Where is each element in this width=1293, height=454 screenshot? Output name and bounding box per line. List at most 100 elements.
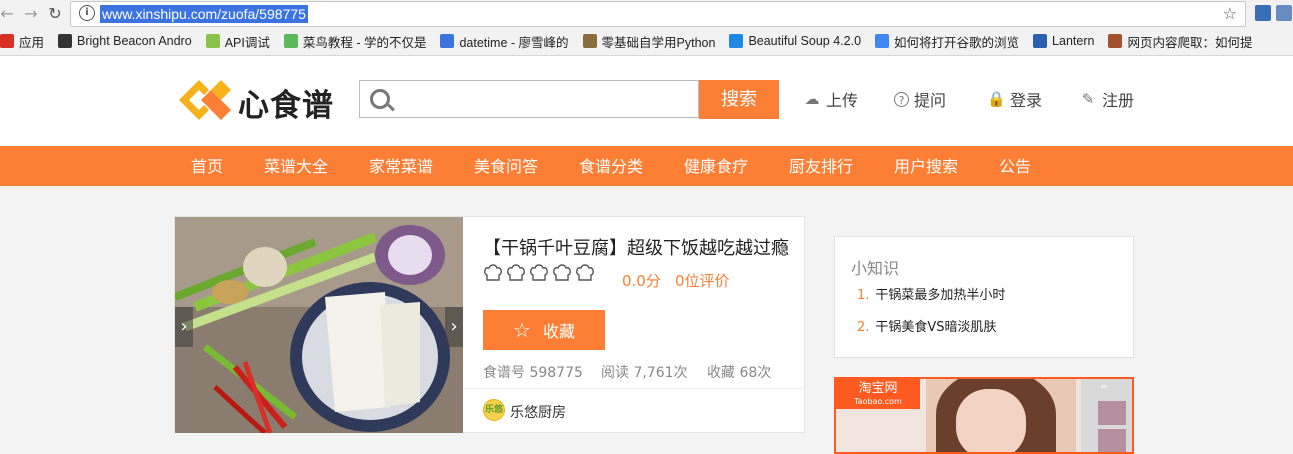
chef-hat-icon[interactable] (483, 264, 503, 284)
web-icon (1108, 34, 1123, 48)
ad-image-face (956, 389, 1026, 452)
bookmark-item[interactable]: Beautiful Soup 4.2.0 (729, 34, 861, 48)
recipe-id: 食谱号 598775 (483, 365, 583, 381)
google-icon (875, 34, 890, 48)
extension-icon[interactable] (1255, 5, 1271, 21)
cloud-upload-icon: ☁ (804, 90, 820, 108)
upload-label: 上传 (826, 91, 859, 110)
extension-icon-2[interactable] (1276, 5, 1292, 21)
nav-item-notice[interactable]: 公告 (999, 146, 1031, 186)
bookmark-label: Bright Beacon Andro (77, 34, 192, 48)
bookmark-label: API调试 (224, 35, 270, 50)
favorite-button[interactable]: ☆ 收藏 (483, 310, 605, 350)
bookmark-item[interactable]: 如何将打开谷歌的浏览 (875, 32, 1019, 51)
nav-item-user-search[interactable]: 用户搜索 (894, 146, 958, 186)
lock-icon: 🔒 (987, 90, 1006, 108)
back-icon[interactable]: ← (0, 4, 14, 23)
browser-chrome: ← → ↻ i www.xinshipu.com/zuofa/598775 ☆ … (0, 0, 1293, 56)
tip-item[interactable]: 1. 干锅菜最多加热半小时 (857, 284, 1005, 303)
question-icon: ? (894, 91, 909, 107)
chef-hat-icon[interactable] (575, 264, 595, 284)
url-text[interactable]: www.xinshipu.com/zuofa/598775 (100, 5, 308, 23)
forward-icon[interactable]: → (24, 4, 38, 23)
search-box[interactable] (359, 80, 699, 118)
logo-text[interactable]: 心食谱 (238, 80, 334, 125)
nav-item-categories[interactable]: 食谱分类 (579, 146, 643, 186)
c-icon (729, 34, 744, 48)
logo-icon[interactable] (175, 74, 235, 126)
reload-icon[interactable]: ↻ (48, 4, 62, 23)
lantern-icon (1033, 34, 1048, 48)
browser-nav: ← → ↻ (0, 3, 62, 23)
recipe-image (175, 217, 463, 433)
nav-item-qa[interactable]: 美食问答 (474, 146, 538, 186)
nav-item-ranking[interactable]: 厨友排行 (789, 146, 853, 186)
rating-score: 0.0分 (622, 272, 661, 290)
rating-stars[interactable] (483, 264, 595, 284)
nav-item-recipes[interactable]: 菜谱大全 (264, 146, 328, 186)
rocket-icon (440, 34, 455, 48)
recipe-title: 【干锅千叶豆腐】超级下饭越吃越过瘾 (483, 238, 789, 259)
bookmark-item[interactable]: 菜鸟教程 - 学的不仅是 (283, 32, 427, 51)
chef-hat-icon[interactable] (506, 264, 526, 284)
search-input[interactable] (400, 85, 694, 115)
bookmark-label: 网页内容爬取：如何提 (1127, 35, 1253, 50)
api-icon (205, 34, 220, 48)
bookmark-item[interactable]: Lantern (1033, 34, 1094, 48)
bookmark-item[interactable]: datetime - 廖雪峰的 (440, 32, 569, 51)
ad-logo-text: 淘宝网 (858, 381, 898, 396)
bookmark-item[interactable]: 零基础自学用Python (582, 32, 716, 51)
upload-link[interactable]: ☁ 上传 (803, 87, 859, 111)
login-label: 登录 (1010, 91, 1043, 110)
review-count[interactable]: 0位评价 (675, 270, 730, 291)
author-name[interactable]: 乐悠厨房 (510, 402, 566, 422)
taobao-logo: 淘宝网 Taobao.com (836, 379, 920, 409)
main-nav: 首页 菜谱大全 家常菜谱 美食问答 食谱分类 健康食疗 厨友排行 用户搜索 公告 (0, 146, 1293, 186)
nav-item-health[interactable]: 健康食疗 (684, 146, 748, 186)
tips-title: 小知识 (851, 259, 900, 278)
bookmark-label: 零基础自学用Python (601, 35, 716, 50)
nav-item-home[interactable]: 首页 (191, 146, 223, 186)
login-link[interactable]: 🔒 登录 (987, 87, 1042, 111)
edit-icon: ✎ (1081, 90, 1095, 108)
favorite-label: 收藏 (542, 322, 575, 341)
beacon-icon (58, 34, 73, 48)
chef-hat-icon[interactable] (529, 264, 549, 284)
bookmark-item[interactable]: Bright Beacon Andro (58, 34, 192, 48)
bookmark-star-icon[interactable]: ☆ (1223, 4, 1237, 23)
ask-link[interactable]: ? 提问 (894, 87, 946, 111)
tip-text[interactable]: 干锅菜最多加热半小时 (875, 288, 1005, 303)
register-link[interactable]: ✎ 注册 (1079, 87, 1134, 111)
search-icon (370, 89, 390, 109)
search-button[interactable]: 搜索 (699, 80, 779, 119)
nav-item-home-cooking[interactable]: 家常菜谱 (369, 146, 433, 186)
view-count: 阅读 7,761次 (601, 365, 688, 381)
chef-hat-icon[interactable] (552, 264, 572, 284)
favorite-count: 收藏 68次 (707, 365, 772, 381)
bookmarks-bar: 应用 Bright Beacon Andro API调试 菜鸟教程 - 学的不仅是 da… (0, 30, 1266, 52)
next-image-button[interactable]: › (445, 307, 463, 347)
apps-icon (0, 34, 14, 48)
chevron-up-icon[interactable]: ⌃ (1098, 383, 1110, 399)
tip-number: 1. (857, 288, 870, 303)
bookmark-label: 如何将打开谷歌的浏览 (894, 35, 1020, 50)
ask-label: 提问 (914, 91, 947, 110)
prev-image-button[interactable]: › (175, 307, 193, 347)
runoob-icon (283, 34, 298, 48)
ad-logo-sub: Taobao.com (854, 397, 902, 406)
bookmark-label: datetime - 廖雪峰的 (459, 35, 569, 50)
bookmark-item[interactable]: 网页内容爬取：如何提 (1108, 32, 1252, 51)
recipe-photo: › › (175, 217, 463, 433)
bookmark-item[interactable]: 应用 (0, 32, 44, 51)
bookmark-item[interactable]: API调试 (205, 32, 270, 51)
info-icon[interactable]: i (79, 5, 95, 21)
address-bar[interactable]: i www.xinshipu.com/zuofa/598775 ☆ (70, 1, 1246, 27)
ad-thumbnail[interactable] (1098, 429, 1126, 452)
avatar[interactable]: 乐悠 (483, 399, 505, 421)
ad-banner[interactable]: 淘宝网 Taobao.com ⌃ (834, 377, 1134, 454)
ad-thumbnail[interactable] (1098, 401, 1126, 425)
bookmark-label: Lantern (1052, 34, 1095, 48)
bookmark-label: 菜鸟教程 - 学的不仅是 (302, 35, 427, 50)
tip-text[interactable]: 干锅美食VS暗淡肌肤 (875, 320, 996, 335)
tip-item[interactable]: 2. 干锅美食VS暗淡肌肤 (857, 316, 997, 335)
